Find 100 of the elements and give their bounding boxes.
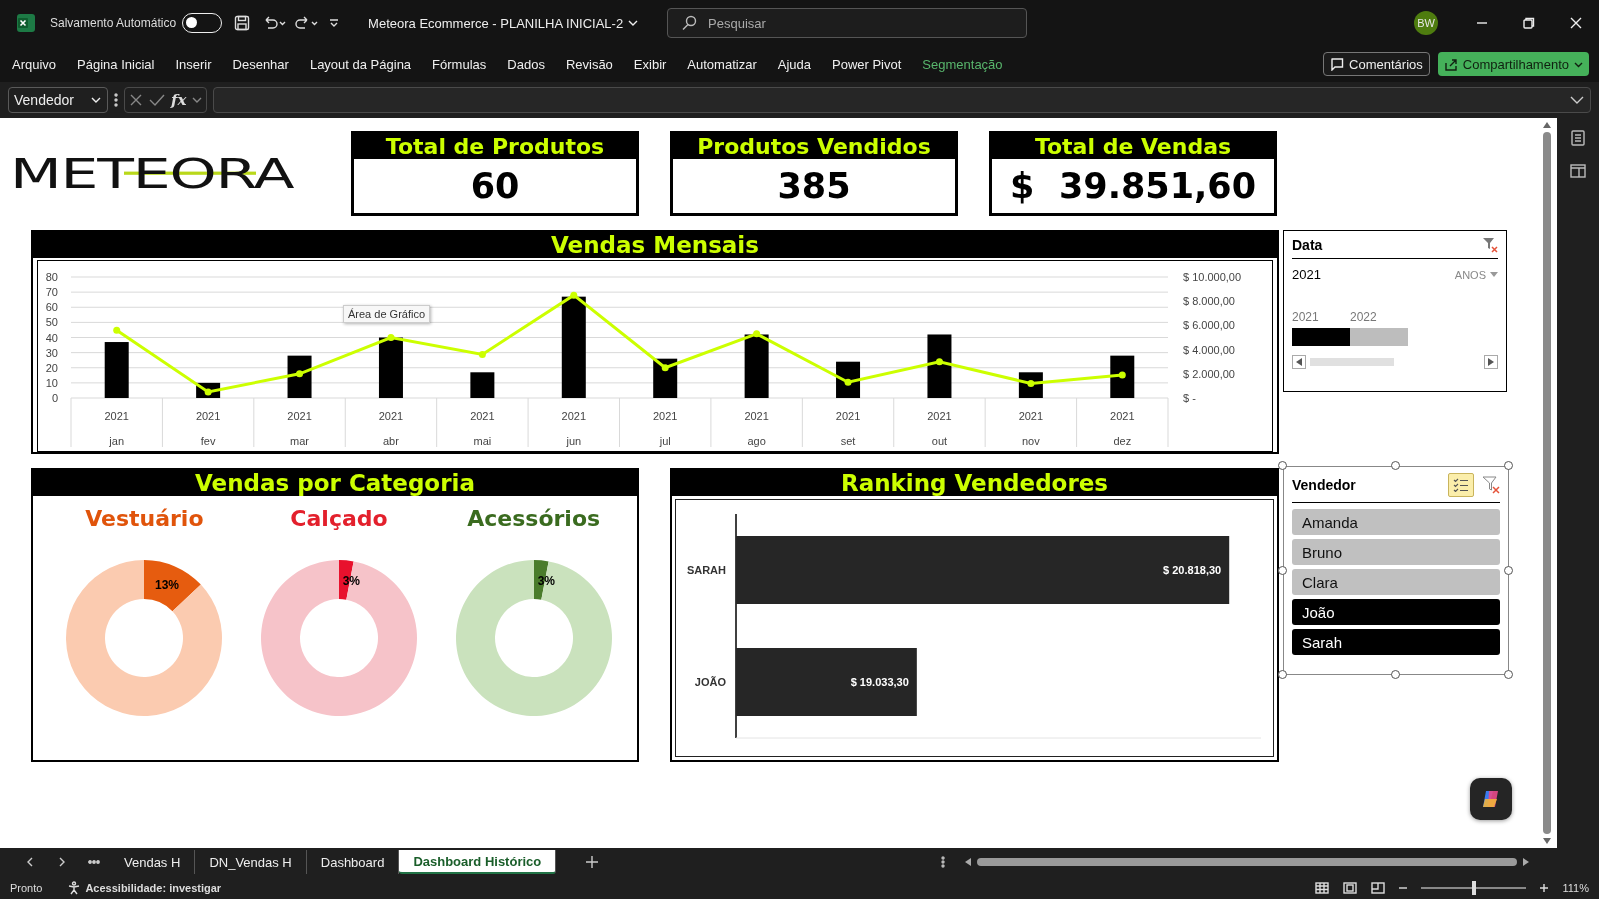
- axis-label: 2021: [287, 410, 312, 422]
- resize-handle[interactable]: [1391, 670, 1400, 679]
- search-field[interactable]: Pesquisar: [667, 8, 1028, 38]
- ribbon-tab[interactable]: Inserir: [175, 56, 212, 72]
- normal-view-icon[interactable]: [1315, 881, 1330, 894]
- axis-label: jul: [659, 435, 671, 447]
- axis-label: SARAH: [686, 564, 726, 576]
- data-point: [113, 326, 121, 334]
- resize-handle[interactable]: [1504, 461, 1513, 470]
- save-icon[interactable]: [234, 15, 251, 31]
- multi-select-button[interactable]: [1448, 473, 1474, 497]
- ribbon-tab[interactable]: Power Pivot: [832, 56, 902, 72]
- restore-icon[interactable]: [1522, 17, 1535, 29]
- ribbon-tab[interactable]: Página Inicial: [77, 56, 155, 72]
- share-button[interactable]: Compartilhamento: [1437, 52, 1589, 76]
- right-arrow-icon: [1488, 358, 1494, 366]
- time-level-dropdown[interactable]: ANOS: [1454, 267, 1498, 282]
- axis-label: 10: [45, 376, 58, 389]
- axis-label: $ -: [1183, 392, 1196, 404]
- slicer-item[interactable]: João: [1292, 599, 1500, 625]
- page-layout-icon[interactable]: [1343, 881, 1358, 894]
- sheet-tab[interactable]: Vendas H: [110, 850, 196, 874]
- ribbon-tab[interactable]: Automatizar: [687, 56, 757, 72]
- axis-label: 2021: [1018, 410, 1044, 422]
- layout-icon[interactable]: [1570, 164, 1586, 178]
- axis-label: 2021: [652, 410, 678, 422]
- slicer-item[interactable]: Clara: [1292, 569, 1500, 595]
- axis-label: mai: [473, 435, 492, 447]
- scroll-left-button[interactable]: [965, 858, 971, 866]
- comments-button[interactable]: Comentários: [1323, 52, 1430, 76]
- more-icon[interactable]: [114, 93, 118, 107]
- resize-handle[interactable]: [1278, 670, 1287, 679]
- comment-icon[interactable]: [1330, 57, 1345, 71]
- formula-input[interactable]: [213, 87, 1591, 113]
- scroll-right-button[interactable]: [1484, 355, 1498, 369]
- axis-label: 0: [51, 392, 58, 404]
- sheet-tab[interactable]: DN_Vendas H: [195, 850, 307, 874]
- resize-handle[interactable]: [1504, 565, 1513, 575]
- insert-function-button[interactable]: fx: [171, 91, 187, 109]
- resize-handle[interactable]: [1278, 565, 1287, 575]
- axis-label: 30: [45, 346, 58, 359]
- timeline-scrollbar[interactable]: [1310, 358, 1394, 366]
- vertical-scrollbar[interactable]: [1542, 132, 1551, 834]
- close-icon[interactable]: [1569, 17, 1582, 29]
- status-text: Pronto: [10, 881, 43, 894]
- autosave-toggle[interactable]: [182, 13, 223, 33]
- more-icon[interactable]: [941, 856, 945, 868]
- bar: [470, 372, 495, 398]
- ribbon-tab[interactable]: Revisão: [565, 56, 613, 72]
- resize-handle[interactable]: [1391, 461, 1400, 470]
- share-icon[interactable]: [1443, 57, 1458, 71]
- zoom-level[interactable]: 111%: [1562, 881, 1589, 894]
- slicer-item[interactable]: Amanda: [1292, 509, 1500, 535]
- axis-label: $ 8.000,00: [1183, 295, 1235, 308]
- kpi-value: 39.851,60: [1058, 166, 1256, 206]
- scroll-left-button[interactable]: [1292, 355, 1306, 369]
- ribbon-tab[interactable]: Segmentação: [922, 56, 1003, 72]
- next-icon[interactable]: [58, 857, 66, 867]
- accessibility-status[interactable]: Acessibilidade: investigar: [85, 881, 222, 894]
- ribbon-tab[interactable]: Arquivo: [12, 56, 57, 72]
- scroll-down-button[interactable]: [1542, 838, 1551, 844]
- sheet-tab[interactable]: Dashboard Histórico: [399, 850, 557, 874]
- clear-filter-icon[interactable]: [1482, 237, 1498, 253]
- check-icon[interactable]: [149, 93, 165, 107]
- period-label: 2021: [1292, 310, 1320, 324]
- ribbon-tab[interactable]: Desenhar: [232, 56, 289, 72]
- accessibility-icon: [67, 880, 82, 895]
- more-icon[interactable]: [88, 860, 100, 864]
- customize-icon[interactable]: [328, 17, 341, 29]
- axis-label: JOÃO: [694, 676, 726, 688]
- resize-handle[interactable]: [1278, 461, 1287, 470]
- ribbon-tab[interactable]: Fórmulas: [432, 56, 487, 72]
- autosave-label: Salvamento Automático: [50, 16, 177, 30]
- data-point: [296, 370, 304, 378]
- zoom-in-icon[interactable]: [1540, 883, 1549, 892]
- ribbon-tab[interactable]: Dados: [507, 56, 545, 72]
- ribbon-tab[interactable]: Ajuda: [777, 56, 811, 72]
- cancel-icon[interactable]: [129, 93, 143, 107]
- scroll-right-button[interactable]: [1523, 858, 1529, 866]
- previous-icon[interactable]: [26, 857, 34, 867]
- user-avatar[interactable]: BW: [1414, 11, 1438, 35]
- axis-label: $ 6.000,00: [1183, 319, 1235, 332]
- scroll-up-button[interactable]: [1542, 122, 1551, 128]
- document-icon[interactable]: [1571, 130, 1585, 146]
- slicer-item[interactable]: Sarah: [1292, 629, 1500, 655]
- axis-label: jun: [566, 435, 582, 447]
- horizontal-scrollbar[interactable]: [977, 858, 1517, 866]
- data-point: [1118, 371, 1126, 379]
- clear-filter-icon[interactable]: [1482, 476, 1500, 494]
- redo-icon[interactable]: [294, 15, 319, 31]
- page-break-icon[interactable]: [1371, 881, 1386, 894]
- resize-handle[interactable]: [1504, 670, 1513, 679]
- copilot-button[interactable]: [1470, 778, 1512, 820]
- data-point: [1027, 380, 1035, 387]
- slicer-item[interactable]: Bruno: [1292, 539, 1500, 565]
- ribbon-tab[interactable]: Layout da Página: [309, 56, 412, 72]
- axis-label: 60: [45, 301, 58, 314]
- add-sheet-icon[interactable]: [586, 856, 599, 868]
- ribbon-tab[interactable]: Exibir: [633, 56, 667, 72]
- name-box[interactable]: Vendedor: [8, 87, 108, 113]
